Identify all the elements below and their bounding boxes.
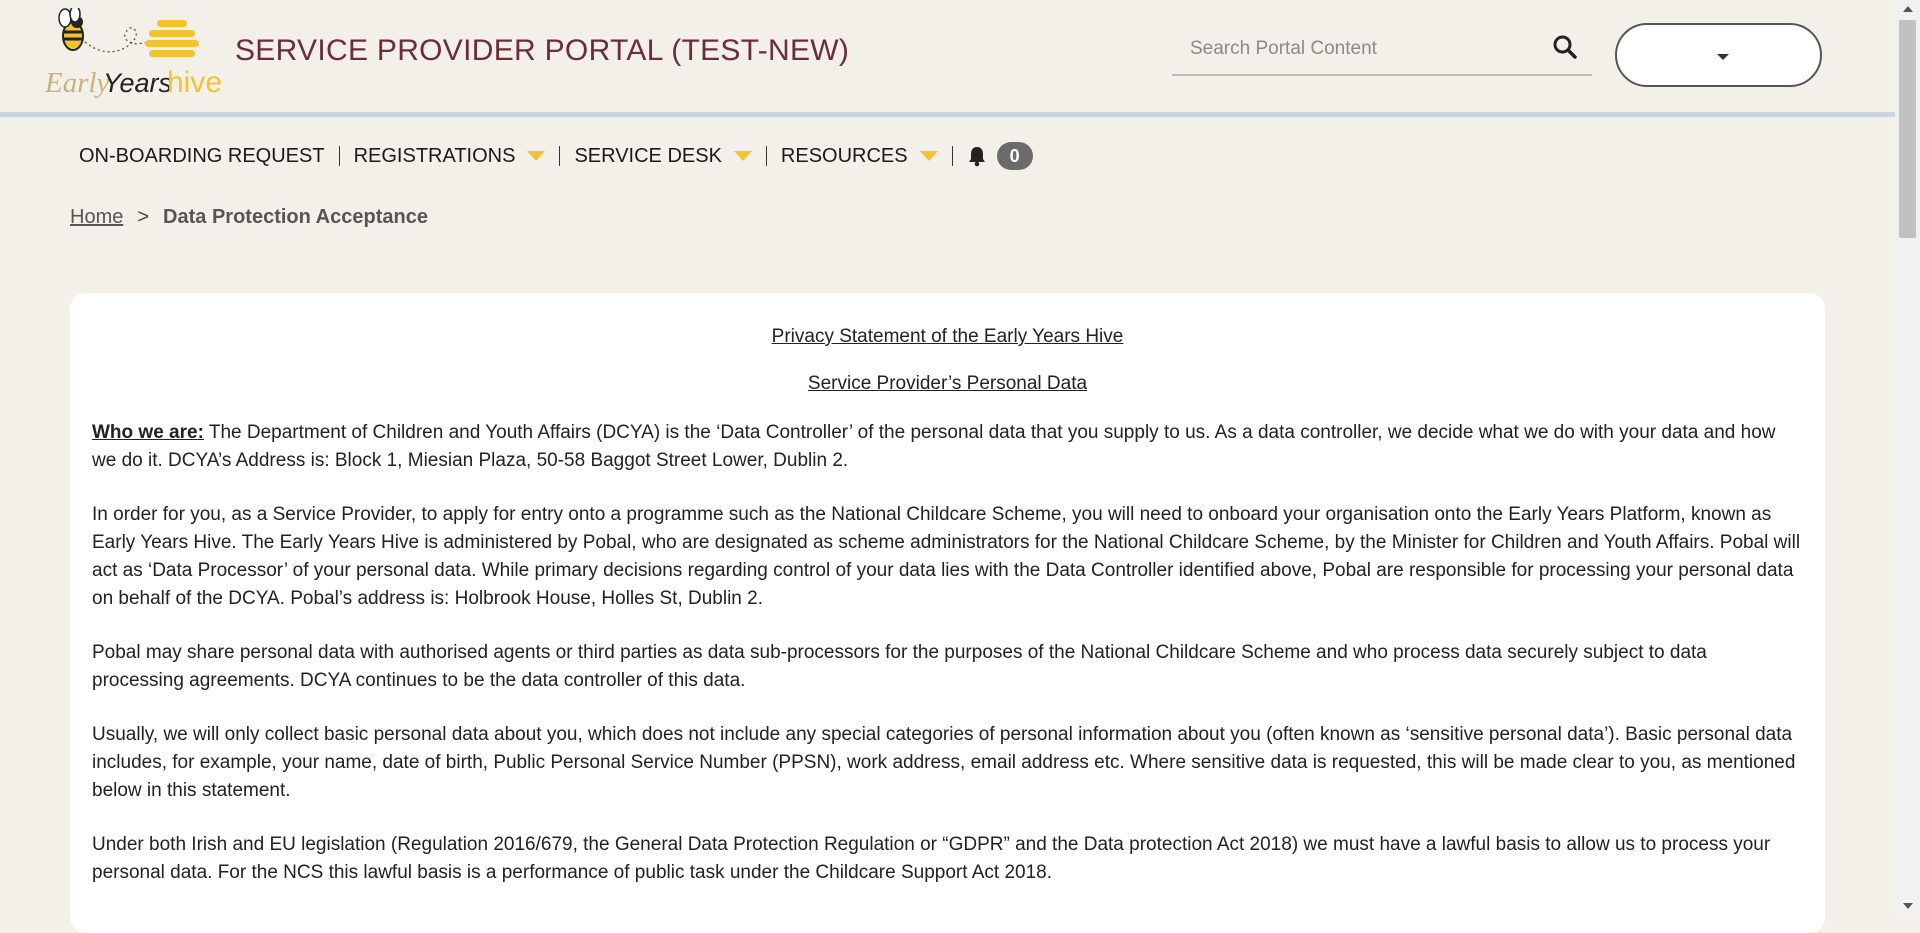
user-menu-button[interactable] <box>1615 23 1822 87</box>
who-we-are-label: Who we are: <box>92 422 204 443</box>
breadcrumb-current: Data Protection Acceptance <box>163 206 428 228</box>
early-years-hive-logo[interactable]: Early Years hive <box>45 8 230 100</box>
scroll-up-arrow-icon[interactable] <box>1903 6 1913 12</box>
breadcrumb-home-link[interactable]: Home <box>70 206 123 229</box>
statement-paragraph: In order for you, as a Service Provider,… <box>92 504 1801 609</box>
nav-item-onboarding-request[interactable]: ON-BOARDING REQUEST <box>64 145 339 168</box>
statement-paragraph: Usually, we will only collect basic pers… <box>92 724 1796 801</box>
who-we-are-text: The Department of Children and Youth Aff… <box>92 422 1776 471</box>
notification-count-badge: 0 <box>996 142 1033 170</box>
breadcrumb: Home > Data Protection Acceptance <box>70 206 428 229</box>
main-nav: ON-BOARDING REQUEST REGISTRATIONS SERVIC… <box>64 138 1033 174</box>
header-divider <box>0 112 1895 117</box>
dropdown-triangle-icon <box>919 151 938 161</box>
logo-text-hive: hive <box>167 66 222 99</box>
privacy-statement-subtitle: Service Provider’s Personal Data <box>807 373 1088 394</box>
scroll-down-arrow-icon[interactable] <box>1903 903 1913 909</box>
scrollbar-thumb[interactable] <box>1899 20 1916 238</box>
statement-paragraph: Under both Irish and EU legislation (Reg… <box>92 834 1771 883</box>
privacy-statement-title: Privacy Statement of the Early Years Hiv… <box>771 326 1124 347</box>
nav-separator <box>951 146 953 166</box>
bell-icon <box>968 147 985 167</box>
caret-down-icon <box>1717 54 1729 60</box>
dropdown-triangle-icon <box>527 151 546 161</box>
nav-item-label: REGISTRATIONS <box>353 144 516 167</box>
nav-item-resources[interactable]: RESOURCES <box>767 145 952 168</box>
privacy-statement-card: Privacy Statement of the Early Years Hiv… <box>70 293 1825 933</box>
search-icon[interactable] <box>1552 34 1582 64</box>
nav-item-label: ON-BOARDING REQUEST <box>79 144 325 167</box>
site-header: Early Years hive SERVICE PROVIDER PORTAL… <box>0 0 1895 112</box>
who-we-are-paragraph: Who we are: The Department of Children a… <box>92 419 1803 475</box>
portal-title: SERVICE PROVIDER PORTAL (TEST-NEW) <box>235 34 850 67</box>
logo-text-early: Early <box>45 67 110 99</box>
notifications-button[interactable]: 0 <box>967 142 1033 170</box>
logo-text-years: Years <box>103 68 172 98</box>
page-scrollbar[interactable] <box>1895 0 1920 915</box>
search-bar <box>1172 26 1592 76</box>
nav-item-service-desk[interactable]: SERVICE DESK <box>560 145 765 168</box>
nav-item-label: RESOURCES <box>780 144 908 167</box>
search-input[interactable] <box>1172 26 1552 72</box>
nav-item-registrations[interactable]: REGISTRATIONS <box>340 145 560 168</box>
nav-item-label: SERVICE DESK <box>574 144 722 167</box>
statement-paragraph: Pobal may share personal data with autho… <box>92 642 1707 691</box>
breadcrumb-separator: > <box>137 206 150 228</box>
dropdown-triangle-icon <box>733 151 752 161</box>
